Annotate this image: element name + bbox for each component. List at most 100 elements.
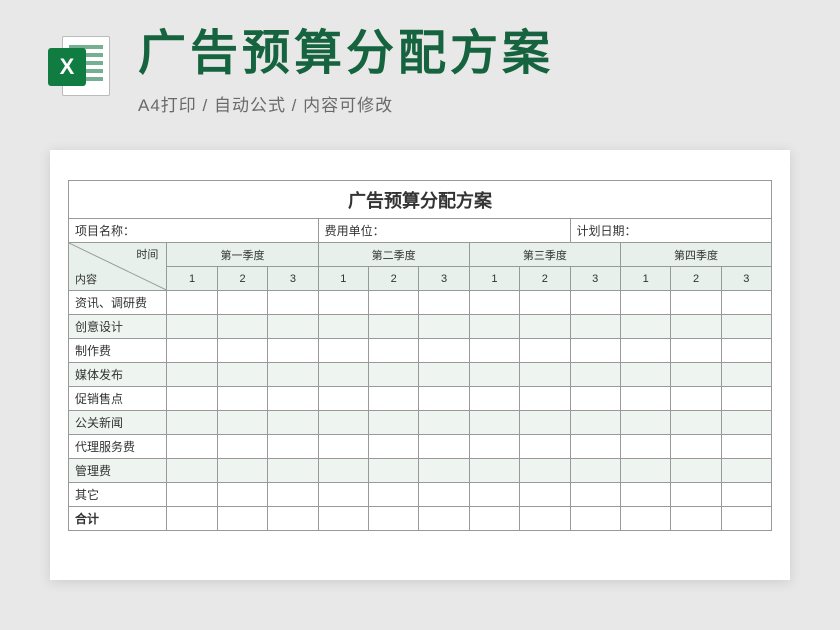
row-label: 创意设计	[69, 315, 167, 339]
cell	[419, 411, 469, 435]
excel-badge: X	[48, 48, 86, 86]
excel-icon: X	[48, 36, 110, 98]
cell	[318, 363, 368, 387]
cell	[419, 291, 469, 315]
cell	[671, 411, 721, 435]
cell	[268, 315, 318, 339]
cell	[671, 435, 721, 459]
cell	[671, 387, 721, 411]
cell	[167, 459, 217, 483]
cell	[217, 459, 267, 483]
month-header: 3	[721, 267, 771, 291]
cell	[620, 387, 670, 411]
row-label: 公关新闻	[69, 411, 167, 435]
cell	[217, 387, 267, 411]
content-time-header: 时间 内容	[69, 243, 167, 291]
cell	[620, 291, 670, 315]
month-header: 1	[167, 267, 217, 291]
cell	[469, 315, 519, 339]
cell	[570, 483, 620, 507]
row-label: 管理费	[69, 459, 167, 483]
cell	[620, 459, 670, 483]
cell	[520, 339, 570, 363]
cell	[570, 435, 620, 459]
row-label: 促销售点	[69, 387, 167, 411]
month-header: 3	[268, 267, 318, 291]
row-label: 资讯、调研费	[69, 291, 167, 315]
unit-label: 费用单位：	[318, 219, 570, 243]
cell	[217, 291, 267, 315]
cell	[318, 459, 368, 483]
cell	[520, 387, 570, 411]
month-header: 1	[469, 267, 519, 291]
cell	[368, 483, 418, 507]
cell	[217, 411, 267, 435]
sum-row: 合计	[69, 507, 772, 531]
spreadsheet-preview: 广告预算分配方案 项目名称： 费用单位： 计划日期： 时间 内容 第一季度 第二…	[50, 150, 790, 580]
cell	[520, 483, 570, 507]
cell	[268, 339, 318, 363]
cell	[721, 411, 771, 435]
cell	[570, 459, 620, 483]
cell	[520, 363, 570, 387]
cell	[469, 363, 519, 387]
cell	[570, 291, 620, 315]
cell	[721, 339, 771, 363]
cell	[167, 387, 217, 411]
cell	[620, 363, 670, 387]
page-subtitle: A4打印 / 自动公式 / 内容可修改	[138, 91, 554, 116]
cell	[368, 459, 418, 483]
cell	[268, 363, 318, 387]
cell	[419, 387, 469, 411]
cell	[419, 459, 469, 483]
cell	[671, 315, 721, 339]
cell	[671, 483, 721, 507]
date-label: 计划日期：	[570, 219, 771, 243]
table-row: 管理费	[69, 459, 772, 483]
cell	[268, 291, 318, 315]
quarter-header: 第四季度	[620, 243, 771, 267]
cell	[318, 483, 368, 507]
cell	[469, 339, 519, 363]
cell	[469, 291, 519, 315]
cell	[620, 435, 670, 459]
preview-header: X 广告预算分配方案 A4打印 / 自动公式 / 内容可修改	[0, 0, 840, 116]
table-row: 公关新闻	[69, 411, 772, 435]
cell	[721, 387, 771, 411]
cell	[620, 315, 670, 339]
cell	[620, 339, 670, 363]
cell	[469, 387, 519, 411]
cell	[217, 435, 267, 459]
cell	[268, 435, 318, 459]
cell	[671, 459, 721, 483]
month-header: 2	[217, 267, 267, 291]
quarter-header: 第一季度	[167, 243, 318, 267]
cell	[620, 483, 670, 507]
cell	[721, 459, 771, 483]
meta-row: 项目名称： 费用单位： 计划日期：	[69, 219, 772, 243]
row-label: 其它	[69, 483, 167, 507]
cell	[419, 339, 469, 363]
project-label: 项目名称：	[69, 219, 319, 243]
month-header: 2	[520, 267, 570, 291]
cell	[318, 291, 368, 315]
cell	[419, 435, 469, 459]
cell	[318, 339, 368, 363]
table-title: 广告预算分配方案	[69, 181, 772, 219]
table-row: 促销售点	[69, 387, 772, 411]
month-header: 1	[318, 267, 368, 291]
cell	[520, 411, 570, 435]
cell	[167, 291, 217, 315]
header-row-2: 1 2 3 1 2 3 1 2 3 1 2 3	[69, 267, 772, 291]
cell	[318, 387, 368, 411]
cell	[217, 315, 267, 339]
cell	[620, 411, 670, 435]
cell	[368, 411, 418, 435]
cell	[520, 435, 570, 459]
budget-table: 广告预算分配方案 项目名称： 费用单位： 计划日期： 时间 内容 第一季度 第二…	[68, 180, 772, 531]
table-row: 代理服务费	[69, 435, 772, 459]
month-header: 2	[368, 267, 418, 291]
cell	[368, 291, 418, 315]
cell	[167, 363, 217, 387]
row-label: 媒体发布	[69, 363, 167, 387]
